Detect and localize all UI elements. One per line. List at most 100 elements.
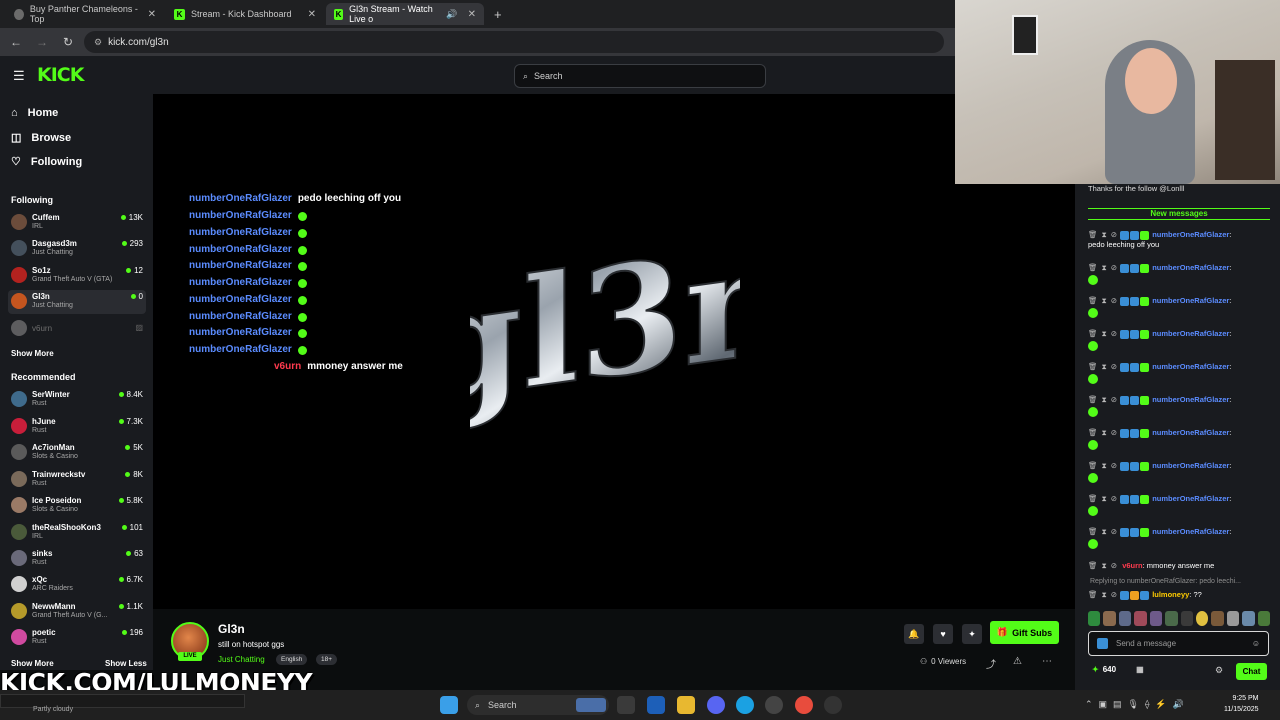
reload-icon[interactable]: ↻ — [58, 35, 78, 49]
weather-text[interactable]: Partly cloudy — [33, 706, 73, 713]
forward-icon[interactable]: → — [32, 35, 52, 49]
emote-icon[interactable] — [1103, 611, 1116, 626]
show-more-following-button[interactable]: Show More — [11, 349, 54, 358]
tab-gl3n-stream[interactable]: K Gl3n Stream - Watch Live o 🔊 ✕ — [326, 3, 484, 25]
emote-icon[interactable] — [1118, 611, 1132, 626]
channel-hjune[interactable]: hJune Rust 7.3K — [8, 415, 146, 439]
emote-icon[interactable] — [1257, 611, 1271, 626]
url-field[interactable]: ⚙ kick.com/gl3n — [84, 31, 944, 53]
sparkle-icon[interactable]: ✦ — [962, 624, 982, 644]
nav-following[interactable]: ♡ Following — [11, 155, 82, 169]
mod-actions[interactable]: 🗑 ⧗ ⊘ — [1088, 590, 1117, 600]
search-input[interactable]: ⌕ Search — [514, 64, 766, 88]
task-view-icon[interactable] — [617, 696, 635, 714]
report-icon[interactable]: ⚠ — [1013, 656, 1022, 667]
address-bar: ← → ↻ ⚙ kick.com/gl3n — [0, 28, 955, 56]
heart-icon[interactable]: ♥ — [933, 624, 953, 644]
emote-icon[interactable] — [1211, 611, 1224, 626]
mod-actions[interactable]: 🗑 ⧗ ⊘ — [1088, 561, 1117, 571]
channel-newwmann[interactable]: NewwMann Grand Theft Auto V (G... 1.1K — [8, 600, 146, 624]
mod-actions[interactable]: 🗑 ⧗ ⊘ — [1088, 263, 1117, 273]
channel-ice-poseidon[interactable]: Ice Poseidon Slots & Casino 5.8K — [8, 494, 146, 518]
mod-actions[interactable]: 🗑 ⧗ ⊘ — [1088, 461, 1117, 471]
file-explorer-icon[interactable] — [677, 696, 695, 714]
channel-gl3n[interactable]: Gl3n Just Chatting 0 — [8, 290, 146, 314]
badge-icon — [1130, 362, 1140, 372]
more-icon[interactable]: ⋯ — [1042, 656, 1052, 667]
gift-subs-button[interactable]: 🎁 Gift Subs — [990, 621, 1059, 644]
nav-home[interactable]: ⌂ Home — [11, 107, 58, 119]
close-tab-icon[interactable]: ✕ — [148, 9, 156, 20]
emote-icon[interactable] — [1242, 611, 1255, 626]
nav-browse[interactable]: ◫ Browse — [11, 131, 71, 145]
system-tray-icons[interactable]: ⌃▣▤🎙⟠⚡🔊 — [1085, 699, 1190, 710]
channel-so1z[interactable]: So1z Grand Theft Auto V (GTA) 12 — [8, 264, 146, 288]
mod-actions[interactable]: 🗑 ⧗ ⊘ — [1088, 296, 1117, 306]
send-chat-button[interactable]: Chat — [1236, 663, 1267, 680]
avatar — [11, 550, 27, 566]
search-placeholder: Search — [534, 71, 563, 81]
emoji-icon[interactable]: ☺ — [1252, 639, 1260, 648]
settings-icon[interactable]: ⚙ — [1215, 665, 1223, 676]
channel-poetic[interactable]: poetic Rust 196 — [8, 626, 146, 650]
mod-actions[interactable]: 🗑 ⧗ ⊘ — [1088, 395, 1117, 405]
chat-input[interactable]: Send a message ☺ — [1088, 631, 1269, 656]
mod-actions[interactable]: 🗑 ⧗ ⊘ — [1088, 362, 1117, 372]
emote-icon[interactable] — [1165, 611, 1178, 626]
new-messages-divider[interactable]: New messages — [1088, 208, 1270, 220]
channel-points[interactable]: ✦ 640 ▦ — [1092, 665, 1144, 674]
emote-icon[interactable] — [1149, 611, 1163, 626]
channel-sinks[interactable]: sinks Rust 63 — [8, 547, 146, 571]
close-tab-icon[interactable]: ✕ — [468, 9, 476, 20]
tab-kick-dashboard[interactable]: K Stream - Kick Dashboard ✕ — [166, 3, 324, 25]
stream-category[interactable]: Just Chatting — [218, 655, 265, 664]
emote-icon[interactable] — [1180, 611, 1193, 626]
mod-actions[interactable]: 🗑 ⧗ ⊘ — [1088, 494, 1117, 504]
mod-actions[interactable]: 🗑 ⧗ ⊘ — [1088, 230, 1117, 240]
channel-trainwreckstv[interactable]: Trainwreckstv Rust 8K — [8, 468, 146, 492]
emote-icon[interactable] — [1226, 611, 1240, 626]
timeout-icon: ⧗ — [1101, 263, 1107, 272]
taskbar-clock[interactable]: 9:25 PM 11/15/2025 — [1224, 693, 1259, 715]
emote-icon[interactable] — [1195, 611, 1209, 626]
tag-language[interactable]: English — [276, 654, 308, 665]
emote-icon[interactable] — [1088, 611, 1101, 626]
tab-chameleons[interactable]: Buy Panther Chameleons - Top ✕ — [6, 3, 164, 25]
chat-message: 🗑 ⧗ ⊘ numberOneRafGlazer: — [1088, 296, 1273, 318]
streamer-name[interactable]: Gl3n — [218, 622, 245, 636]
app-icon[interactable] — [765, 696, 783, 714]
channel-therealshookon3[interactable]: theRealShooKon3 IRL 101 — [8, 521, 146, 545]
channel-dasgasd3m[interactable]: Dasgasd3m Just Chatting 293 — [8, 237, 146, 261]
taskbar-search[interactable]: ⌕ Search — [467, 695, 609, 715]
channel-v6urn[interactable]: v6urn ▨ — [8, 317, 146, 341]
close-tab-icon[interactable]: ✕ — [308, 9, 316, 20]
live-badge: LIVE — [178, 652, 202, 661]
edge-icon[interactable] — [736, 696, 754, 714]
reply-icon[interactable] — [1097, 638, 1108, 649]
discord-icon[interactable] — [707, 696, 725, 714]
emote-icon[interactable] — [1134, 611, 1147, 626]
channel-ac7ionman[interactable]: Ac7ionMan Slots & Casino 5K — [8, 441, 146, 465]
share-icon[interactable]: ⤴ — [986, 656, 996, 671]
speaker-icon[interactable]: 🔊 — [446, 9, 457, 20]
windows-start-icon[interactable] — [440, 696, 458, 714]
calendar-icon[interactable]: ▦ — [1136, 665, 1144, 674]
obs-icon[interactable] — [824, 696, 842, 714]
tag-mature[interactable]: 18+ — [316, 654, 338, 665]
kick-logo[interactable]: KICK — [37, 64, 84, 86]
menu-icon[interactable]: ☰ — [13, 68, 25, 84]
show-more-recommended-button[interactable]: Show More — [11, 659, 54, 668]
site-info-icon[interactable]: ⚙ — [94, 37, 102, 48]
channel-serwinter[interactable]: SerWinter Rust 8.4K — [8, 388, 146, 412]
mod-actions[interactable]: 🗑 ⧗ ⊘ — [1088, 329, 1117, 339]
store-icon[interactable] — [647, 696, 665, 714]
channel-xqc[interactable]: xQc ARC Raiders 6.7K — [8, 573, 146, 597]
channel-cuffem[interactable]: Cuffem IRL 13K — [8, 211, 146, 235]
show-less-button[interactable]: Show Less — [105, 659, 147, 668]
mod-actions[interactable]: 🗑 ⧗ ⊘ — [1088, 527, 1117, 537]
notification-bell-icon[interactable]: 🔔 — [904, 624, 924, 644]
new-tab-button[interactable]: + — [486, 3, 506, 25]
chrome-icon[interactable] — [795, 696, 813, 714]
back-icon[interactable]: ← — [6, 35, 26, 49]
mod-actions[interactable]: 🗑 ⧗ ⊘ — [1088, 428, 1117, 438]
